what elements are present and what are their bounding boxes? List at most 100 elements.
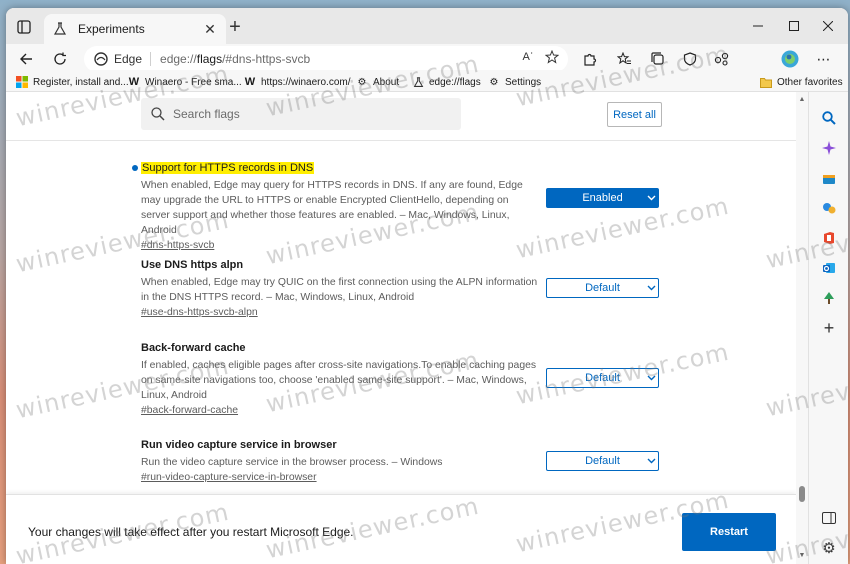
sidebar-office-button[interactable] [819,228,839,248]
sidebar-tools-button[interactable] [819,198,839,218]
browser-window: Experiments ✕ + Edge edge://flags/#dns-h… [6,8,848,564]
avatar-icon [781,50,799,68]
back-button[interactable] [14,48,38,70]
flag-title: Use DNS https alpn [141,259,244,271]
refresh-button[interactable] [48,48,72,70]
maximize-icon [789,21,799,31]
chevron-down-icon [644,458,658,464]
maximize-button[interactable] [784,16,804,36]
read-aloud-button[interactable]: Aʾ [518,48,538,66]
sidebar-search-button[interactable] [819,108,839,128]
restart-message: Your changes will take effect after you … [28,525,354,539]
windows-logo-icon [16,76,28,88]
outlook-icon [823,263,835,273]
winaero-icon: W [128,76,140,88]
flag-title: Run video capture service in browser [141,439,337,451]
gear-icon: ⚙ [822,540,836,557]
minimize-icon [753,25,763,27]
favorite-item[interactable]: W https://winaero.com/ [244,74,351,90]
other-favorites[interactable]: Other favorites [760,74,843,90]
molecule-icon [714,52,729,66]
edge-sidebar: + ⚙ [808,92,848,564]
flag-state-select[interactable]: Default [546,278,659,298]
extensions-button[interactable] [578,48,602,70]
sidebar-copilot-button[interactable] [819,138,839,158]
sparkle-icon [822,141,836,155]
more-icon: ⋯ [816,50,832,67]
sidebar-outlook-button[interactable] [819,258,839,278]
divider [6,140,796,141]
collections-button[interactable] [646,48,670,70]
flag-state-select[interactable]: Default [546,451,659,471]
flag-link[interactable]: #back-forward-cache [141,405,541,416]
scrollbar-thumb[interactable] [799,486,805,502]
share-button[interactable] [710,48,734,70]
site-identity[interactable]: Edge [94,52,152,66]
address-bar[interactable]: Edge edge://flags/#dns-https-svcb [84,46,568,72]
edge-logo-icon [94,52,108,66]
tree-icon [824,292,834,304]
flag-state-select[interactable]: Default [546,368,659,388]
sidebar-hide-button[interactable] [819,508,839,528]
collections-icon [651,52,664,65]
favorite-item[interactable]: Register, install and... [16,74,129,90]
sidebar-settings-button[interactable]: ⚙ [819,538,839,558]
tools-icon [823,203,836,214]
gear-icon: ⚙ [489,76,499,88]
restart-bar: Your changes will take effect after you … [6,494,796,564]
scroll-up-arrow-icon[interactable]: ▲ [798,96,806,104]
office-icon [824,232,834,244]
close-window-button[interactable] [818,16,838,36]
tab-title: Experiments [78,22,145,36]
flag-description: If enabled, caches eligible pages after … [141,360,537,401]
flag-title: Back-forward cache [141,342,246,354]
profile-avatar[interactable] [778,48,802,70]
favorites-button[interactable] [612,48,636,70]
read-aloud-icon: Aʾ [522,51,534,63]
flag-item: Use DNS https alpn When enabled, Edge ma… [141,259,541,318]
flask-icon [52,21,68,37]
reset-all-button[interactable]: Reset all [607,102,662,127]
search-icon [151,107,165,121]
new-tab-button[interactable]: + [225,17,245,38]
search-icon [822,111,836,125]
star-plus-icon [545,50,559,64]
add-favorite-button[interactable] [542,48,562,66]
flag-state-select[interactable]: Enabled [546,188,659,208]
tab-bar: Experiments ✕ + [6,8,848,44]
flag-item: Support for HTTPS records in DNS When en… [141,160,541,251]
sidebar-tree-button[interactable] [819,288,839,308]
site-label: Edge [114,52,143,66]
flag-title: Support for HTTPS records in DNS [141,162,315,174]
vertical-scrollbar[interactable]: ▲ ▼ [796,92,808,564]
favorite-item[interactable]: ⚙ About [356,74,400,90]
flag-link[interactable]: #use-dns-https-svcb-alpn [141,307,541,318]
favorite-item[interactable]: edge://flags [412,74,481,90]
minimize-button[interactable] [748,16,768,36]
plus-icon: + [823,317,835,338]
puzzle-icon [584,53,597,66]
tab-actions-button[interactable] [14,17,34,37]
close-tab-icon[interactable]: ✕ [202,21,218,37]
back-arrow-icon [20,53,32,65]
browser-essentials-button[interactable] [678,48,702,70]
favorites-bar: Register, install and... W Winaero - Fre… [6,70,848,92]
search-flags-input[interactable] [173,107,433,121]
close-icon [823,21,833,31]
favorite-item[interactable]: W Winaero - Free sma... [128,74,242,90]
search-box[interactable] [141,98,461,130]
sidebar-shopping-button[interactable] [819,168,839,188]
restart-button[interactable]: Restart [682,513,776,551]
settings-and-more-button[interactable]: ⋯ [812,48,836,70]
heart-shield-icon [683,52,697,66]
favorite-item[interactable]: ⚙ Settings [488,74,542,90]
tab-experiments[interactable]: Experiments ✕ [44,14,226,44]
flag-link[interactable]: #run-video-capture-service-in-browser [141,472,541,483]
chevron-down-icon [644,285,658,291]
flag-item: Run video capture service in browser Run… [141,439,541,483]
sidebar-add-button[interactable]: + [819,318,839,338]
flag-link[interactable]: #dns-https-svcb [141,240,541,251]
scroll-down-arrow-icon[interactable]: ▼ [798,552,806,560]
favorites-star-icon [616,52,631,65]
flag-item: Back-forward cache If enabled, caches el… [141,342,541,416]
